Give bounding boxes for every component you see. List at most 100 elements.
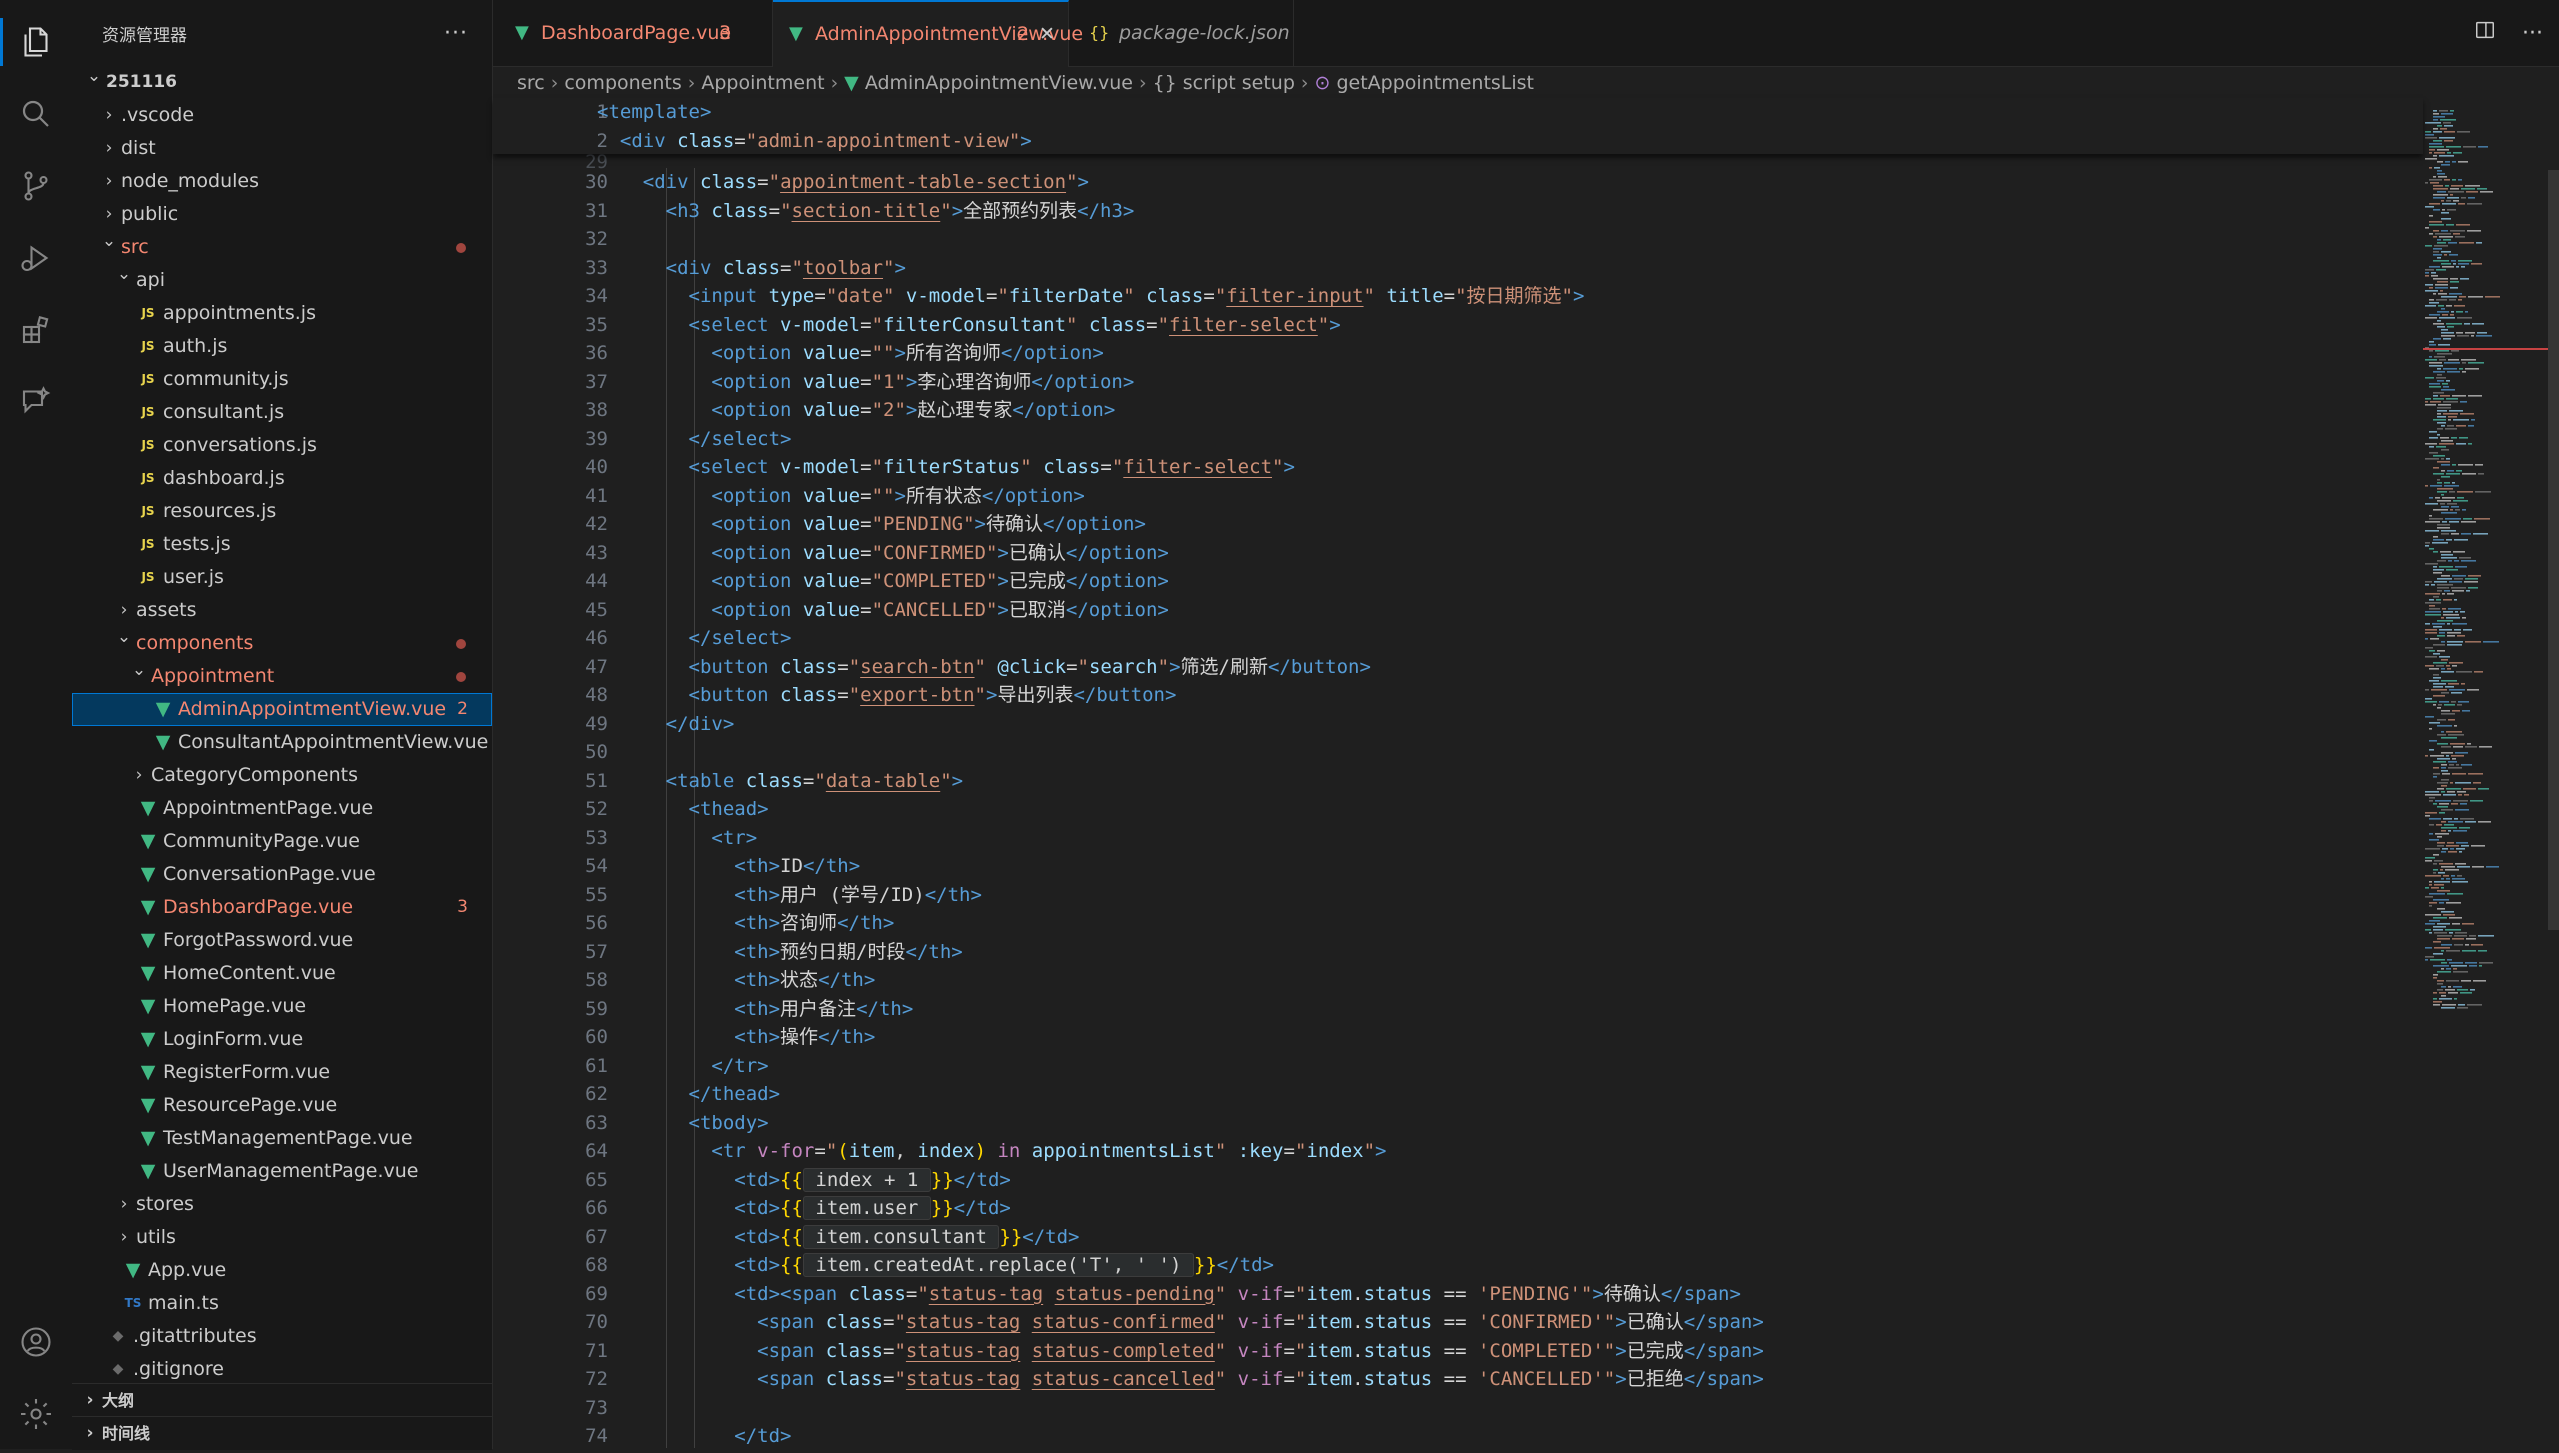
- breadcrumb-item[interactable]: components: [564, 72, 681, 94]
- tree-folder[interactable]: › dist: [72, 132, 492, 165]
- tree-file[interactable]: ▼ RegisterForm.vue: [72, 1056, 492, 1089]
- tree-file[interactable]: ▼ ConsultantAppointmentView.vue: [72, 726, 492, 759]
- js-file-icon: JS: [141, 306, 155, 320]
- breadcrumb: src › components › Appointment › ▼ AdminAppoin…: [493, 67, 2559, 99]
- search-icon[interactable]: [0, 84, 72, 144]
- code-editor[interactable]: 30 <div class="appointment-table-section…: [493, 98, 2423, 1449]
- tree-folder[interactable]: ⌄ src: [72, 231, 492, 264]
- chevron-down-icon: ⌄: [86, 66, 102, 86]
- code-line: <th>ID</th>: [597, 852, 860, 881]
- code-token: 全部预约列表: [963, 199, 1078, 222]
- code-token: =: [883, 1311, 895, 1333]
- tree-file[interactable]: ▼ AdminAppointmentView.vue 2: [72, 693, 492, 726]
- extensions-icon[interactable]: [0, 300, 72, 360]
- tree-file[interactable]: ▼ App.vue: [72, 1254, 492, 1287]
- code-token: >: [1592, 1282, 1604, 1305]
- breadcrumb-item[interactable]: {} script setup: [1153, 72, 1295, 94]
- code-token: item: [848, 1140, 895, 1162]
- tree-folder[interactable]: › assets: [72, 594, 492, 627]
- line-number: 64: [585, 1140, 608, 1162]
- chevron-right-icon: ›: [1138, 72, 1147, 94]
- source-control-icon[interactable]: [0, 156, 72, 216]
- code-token: search-btn: [860, 655, 975, 678]
- tab-package-lock[interactable]: {} package-lock.json: [1069, 0, 1294, 66]
- breadcrumb-item[interactable]: getAppointmentsList: [1336, 72, 1534, 94]
- code-token: ": [791, 256, 803, 279]
- code-token: v-if: [1237, 1282, 1284, 1305]
- line-number: 32: [585, 228, 608, 250]
- explorer-icon[interactable]: [0, 12, 72, 72]
- tree-file[interactable]: TS main.ts: [72, 1287, 492, 1320]
- tree-folder[interactable]: ⌄ api: [72, 264, 492, 297]
- tree-file[interactable]: JS tests.js: [72, 528, 492, 561]
- tree-file[interactable]: JS auth.js: [72, 330, 492, 363]
- tree-folder[interactable]: ⌄ 251116: [72, 66, 492, 99]
- tree-file[interactable]: ▼ ResourcePage.vue: [72, 1089, 492, 1122]
- tree-item-label: conversations.js: [163, 434, 317, 456]
- code-line: </select>: [597, 624, 792, 653]
- run-debug-icon[interactable]: [0, 228, 72, 288]
- tree-folder[interactable]: › public: [72, 198, 492, 231]
- tree-folder[interactable]: ⌄ Appointment: [72, 660, 492, 693]
- tree-file[interactable]: JS consultant.js: [72, 396, 492, 429]
- code-token: "admin-appointment-view": [745, 129, 1021, 152]
- more-actions-icon[interactable]: ···: [2522, 21, 2543, 46]
- line-number: 63: [585, 1111, 608, 1134]
- tree-folder[interactable]: › stores: [72, 1188, 492, 1221]
- tree-file[interactable]: ▼ TestManagementPage.vue: [72, 1122, 492, 1155]
- tree-file[interactable]: JS conversations.js: [72, 429, 492, 462]
- tree-file[interactable]: JS community.js: [72, 363, 492, 396]
- tree-file[interactable]: ▼ UserManagementPage.vue: [72, 1155, 492, 1188]
- tab-dashboard-page[interactable]: ▼ DashboardPage.vue 3: [493, 0, 773, 66]
- code-token: ": [883, 256, 895, 279]
- breadcrumb-item[interactable]: AdminAppointmentView.vue: [865, 72, 1133, 94]
- account-icon[interactable]: [0, 1312, 72, 1372]
- code-token: </thead>: [688, 1083, 781, 1105]
- more-actions-icon[interactable]: ···: [444, 21, 468, 46]
- tree-file[interactable]: ▼ CommunityPage.vue: [72, 825, 492, 858]
- code-token: </th>: [837, 912, 895, 934]
- code-line: <td>{{ index + 1 }}</td>: [597, 1166, 1011, 1195]
- tree-file[interactable]: ◆ .gitignore: [72, 1353, 492, 1386]
- tree-file[interactable]: JS dashboard.js: [72, 462, 492, 495]
- tab-admin-appointment-view[interactable]: ▼ AdminAppointmentView.vue 2 ✕: [773, 0, 1083, 67]
- split-editor-icon[interactable]: [2474, 19, 2496, 47]
- code-token: {{: [780, 1225, 803, 1248]
- tree-file[interactable]: ▼ ConversationPage.vue: [72, 858, 492, 891]
- scrollbar-thumb[interactable]: [2548, 170, 2559, 930]
- tree-file[interactable]: ▼ LoginForm.vue: [72, 1023, 492, 1056]
- code-line: </td>: [597, 1422, 791, 1449]
- line-number: 35: [585, 313, 608, 336]
- timeline-section[interactable]: › 时间线: [72, 1416, 492, 1450]
- outline-section[interactable]: › 大纲: [72, 1383, 492, 1417]
- sticky-code-line[interactable]: <template>: [597, 98, 711, 127]
- tree-file[interactable]: ▼ DashboardPage.vue 3: [72, 891, 492, 924]
- sticky-code-line[interactable]: <div class="admin-appointment-view">: [597, 127, 1032, 156]
- breadcrumb-item[interactable]: Appointment: [701, 72, 824, 94]
- code-token: "COMPLETED": [871, 570, 998, 592]
- tree-file[interactable]: ▼ ForgotPassword.vue: [72, 924, 492, 957]
- tree-file[interactable]: JS user.js: [72, 561, 492, 594]
- tree-folder[interactable]: › .vscode: [72, 99, 492, 132]
- chat-icon[interactable]: [0, 372, 72, 432]
- tree-file[interactable]: ▼ HomePage.vue: [72, 990, 492, 1023]
- tree-file[interactable]: ▼ HomeContent.vue: [72, 957, 492, 990]
- chevron-down-icon: ⌄: [131, 660, 147, 680]
- vertical-scrollbar[interactable]: [2548, 98, 2559, 1449]
- code-token: ": [1157, 313, 1170, 336]
- tree-file[interactable]: JS appointments.js: [72, 297, 492, 330]
- close-icon[interactable]: ✕: [1039, 1, 1055, 67]
- tree-file[interactable]: ◆ .gitattributes: [72, 1320, 492, 1353]
- breadcrumb-item[interactable]: src: [517, 72, 545, 94]
- tree-folder[interactable]: › utils: [72, 1221, 492, 1254]
- tree-file[interactable]: JS resources.js: [72, 495, 492, 528]
- tree-folder[interactable]: › CategoryComponents: [72, 759, 492, 792]
- tree-folder[interactable]: › node_modules: [72, 165, 492, 198]
- minimap[interactable]: [2423, 98, 2548, 1449]
- settings-gear-icon[interactable]: [0, 1384, 72, 1444]
- code-line: <select v-model="filterConsultant" class…: [597, 311, 1341, 340]
- tree-file[interactable]: ▼ AppointmentPage.vue: [72, 792, 492, 825]
